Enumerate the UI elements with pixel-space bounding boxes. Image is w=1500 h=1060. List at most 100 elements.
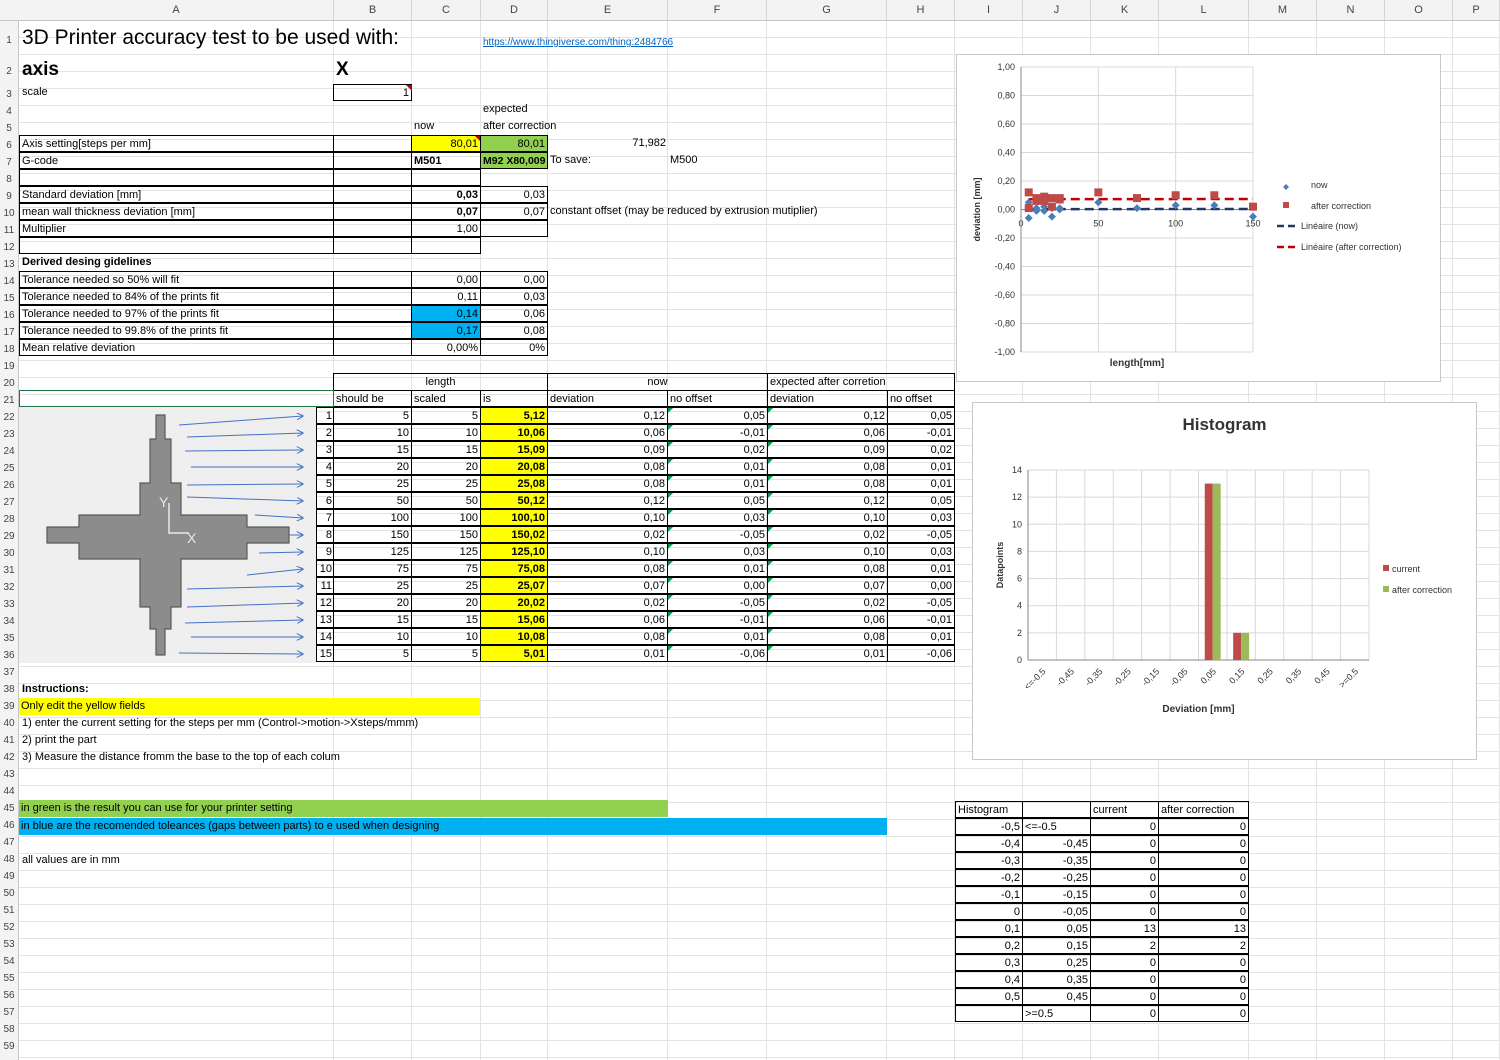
row-header-21[interactable]: 21 (0, 392, 18, 409)
measured-is-input[interactable]: 125,10 (480, 543, 548, 560)
measured-is-input[interactable]: 5,12 (480, 407, 548, 424)
row-header-23[interactable]: 23 (0, 426, 18, 443)
measured-is-input[interactable]: 25,07 (480, 577, 548, 594)
column-header-f[interactable]: F (668, 0, 767, 20)
row-header-41[interactable]: 41 (0, 732, 18, 749)
measured-is-input[interactable]: 150,02 (480, 526, 548, 543)
column-header-k[interactable]: K (1091, 0, 1159, 20)
row-header-43[interactable]: 43 (0, 766, 18, 783)
measured-is-input[interactable]: 75,08 (480, 560, 548, 577)
row-header-37[interactable]: 37 (0, 664, 18, 681)
row-header-25[interactable]: 25 (0, 460, 18, 477)
row-header-6[interactable]: 6 (0, 137, 18, 154)
column-header-l[interactable]: L (1159, 0, 1249, 20)
row-header-4[interactable]: 4 (0, 103, 18, 120)
row-header-40[interactable]: 40 (0, 715, 18, 732)
measured-is-input[interactable]: 10,08 (480, 628, 548, 645)
row-header-49[interactable]: 49 (0, 868, 18, 885)
measured-is-input[interactable]: 5,01 (480, 645, 548, 662)
row-header-39[interactable]: 39 (0, 698, 18, 715)
row-header-48[interactable]: 48 (0, 851, 18, 868)
row-header-52[interactable]: 52 (0, 919, 18, 936)
row-header-7[interactable]: 7 (0, 154, 18, 171)
measured-is-input[interactable]: 15,06 (480, 611, 548, 628)
row-header-56[interactable]: 56 (0, 987, 18, 1004)
row-header-22[interactable]: 22 (0, 409, 18, 426)
measured-is-input[interactable]: 20,02 (480, 594, 548, 611)
column-header-i[interactable]: I (955, 0, 1023, 20)
column-header-b[interactable]: B (334, 0, 412, 20)
row-header-35[interactable]: 35 (0, 630, 18, 647)
row-header-28[interactable]: 28 (0, 511, 18, 528)
deviation-scatter-chart[interactable]: 1,00 0,80 0,60 0,40 0,20 0,00 -0,20 -0,40 -0,60 -… (956, 54, 1441, 382)
measured-is-input[interactable]: 50,12 (480, 492, 548, 509)
row-header-10[interactable]: 10 (0, 205, 18, 222)
histogram-chart[interactable]: Histogram 0 2 4 6 8 10 12 14 <=-0.5 -0,45 -0,35 -0,2… (972, 402, 1477, 760)
row-header-19[interactable]: 19 (0, 358, 18, 375)
axis-after-result[interactable]: 80,01 (480, 135, 548, 152)
column-header-e[interactable]: E (548, 0, 668, 20)
row-header-33[interactable]: 33 (0, 596, 18, 613)
measured-is-input[interactable]: 25,08 (480, 475, 548, 492)
row-header-15[interactable]: 15 (0, 290, 18, 307)
row-header-53[interactable]: 53 (0, 936, 18, 953)
row-header-12[interactable]: 12 (0, 239, 18, 256)
row-header-20[interactable]: 20 (0, 375, 18, 392)
selected-cell[interactable] (19, 390, 334, 407)
row-header-47[interactable]: 47 (0, 834, 18, 851)
row-header-32[interactable]: 32 (0, 579, 18, 596)
row-header-59[interactable]: 59 (0, 1038, 18, 1055)
row-header-38[interactable]: 38 (0, 681, 18, 698)
row-header-57[interactable]: 57 (0, 1004, 18, 1021)
row-header-26[interactable]: 26 (0, 477, 18, 494)
row-header-34[interactable]: 34 (0, 613, 18, 630)
row-header-27[interactable]: 27 (0, 494, 18, 511)
row-header-29[interactable]: 29 (0, 528, 18, 545)
row-header-5[interactable]: 5 (0, 120, 18, 137)
column-header-m[interactable]: M (1249, 0, 1317, 20)
row-header-42[interactable]: 42 (0, 749, 18, 766)
row-header-54[interactable]: 54 (0, 953, 18, 970)
gcode-now[interactable]: M501 (411, 152, 481, 169)
measured-is-input[interactable]: 15,09 (480, 441, 548, 458)
row-header-51[interactable]: 51 (0, 902, 18, 919)
row-header-14[interactable]: 14 (0, 273, 18, 290)
row-header-44[interactable]: 44 (0, 783, 18, 800)
row-header-8[interactable]: 8 (0, 171, 18, 188)
column-header-a[interactable]: A (19, 0, 334, 20)
column-header-d[interactable]: D (481, 0, 548, 20)
column-header-o[interactable]: O (1385, 0, 1453, 20)
row-header-9[interactable]: 9 (0, 188, 18, 205)
row-header-50[interactable]: 50 (0, 885, 18, 902)
column-header-n[interactable]: N (1317, 0, 1385, 20)
row-header-1[interactable]: 1 (0, 32, 18, 49)
row-header-31[interactable]: 31 (0, 562, 18, 579)
row-header-46[interactable]: 46 (0, 817, 18, 834)
row-header-3[interactable]: 3 (0, 86, 18, 103)
row-header-58[interactable]: 58 (0, 1021, 18, 1038)
row-header-55[interactable]: 55 (0, 970, 18, 987)
measured-is-input[interactable]: 10,06 (480, 424, 548, 441)
axis-value[interactable]: X (334, 58, 351, 82)
row-header-17[interactable]: 17 (0, 324, 18, 341)
row-header-30[interactable]: 30 (0, 545, 18, 562)
axis-now-input[interactable]: 80,01 (411, 135, 481, 152)
row-header-11[interactable]: 11 (0, 222, 18, 239)
column-header-j[interactable]: J (1023, 0, 1091, 20)
scale-input[interactable]: 1 (333, 84, 412, 101)
column-header-p[interactable]: P (1453, 0, 1500, 20)
measured-is-input[interactable]: 20,08 (480, 458, 548, 475)
column-header-h[interactable]: H (887, 0, 955, 20)
row-header-16[interactable]: 16 (0, 307, 18, 324)
row-header-2[interactable]: 2 (0, 63, 18, 80)
column-header-g[interactable]: G (767, 0, 887, 20)
row-header-13[interactable]: 13 (0, 256, 18, 273)
row-header-24[interactable]: 24 (0, 443, 18, 460)
row-header-18[interactable]: 18 (0, 341, 18, 358)
row-header-45[interactable]: 45 (0, 800, 18, 817)
measured-is-input[interactable]: 100,10 (480, 509, 548, 526)
row-header-36[interactable]: 36 (0, 647, 18, 664)
column-header-c[interactable]: C (412, 0, 481, 20)
thingiverse-link[interactable]: https://www.thingiverse.com/thing:248476… (481, 34, 675, 51)
gcode-after[interactable]: M92 X80,009 (480, 152, 548, 169)
